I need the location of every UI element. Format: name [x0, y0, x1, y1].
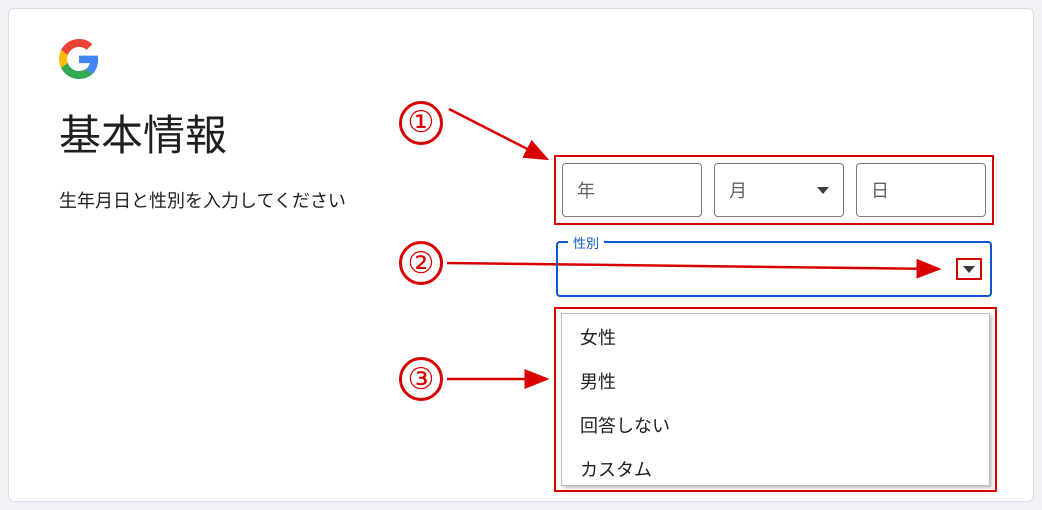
month-label: 月: [729, 177, 747, 203]
gender-dropdown-highlight: 女性 男性 回答しない カスタム: [554, 307, 997, 492]
gender-legend: 性別: [568, 233, 604, 252]
callout-2-badge: ②: [399, 241, 443, 285]
chevron-down-icon: [817, 187, 829, 194]
month-select[interactable]: 月: [714, 163, 844, 217]
gender-option[interactable]: カスタム: [562, 446, 989, 485]
callout-3-badge: ③: [399, 357, 443, 401]
gender-select-wrap: 性別: [556, 241, 992, 297]
callout-1-arrow: [443, 75, 558, 170]
callout-3-arrow: [443, 357, 558, 401]
signup-card: 基本情報 生年月日と性別を入力してください ① 年 月 日 ② 性別: [8, 8, 1034, 502]
gender-option[interactable]: 回答しない: [562, 402, 989, 446]
day-label: 日: [871, 177, 889, 203]
year-label: 年: [577, 177, 595, 203]
gender-dropdown: 女性 男性 回答しない カスタム: [561, 313, 990, 486]
day-input[interactable]: 日: [856, 163, 986, 217]
callout-1-badge: ①: [399, 101, 443, 145]
gender-option[interactable]: 男性: [562, 358, 989, 402]
birthdate-group-highlight: 年 月 日: [554, 155, 994, 225]
gender-select[interactable]: 性別: [556, 241, 992, 297]
year-input[interactable]: 年: [562, 163, 702, 217]
chevron-down-icon: [963, 266, 975, 273]
gender-option[interactable]: 女性: [562, 314, 989, 358]
callout-1: ①: [399, 75, 558, 170]
gender-caret-highlight: [956, 258, 982, 280]
callout-3: ③: [399, 357, 558, 401]
